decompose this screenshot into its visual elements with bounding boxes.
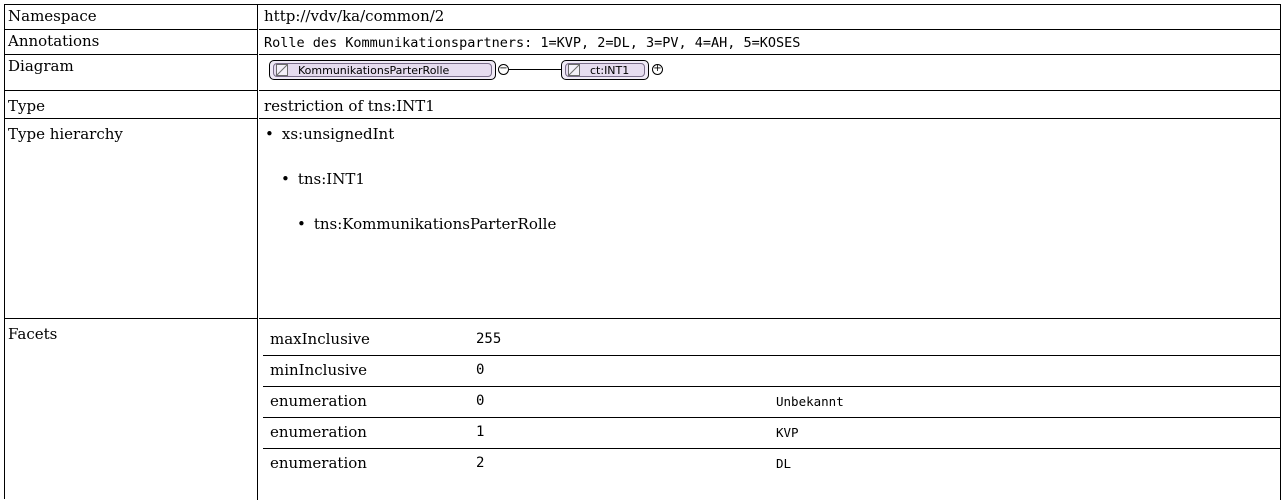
facets-cell: maxInclusive 255 minInclusive 0 enumerat… bbox=[259, 319, 1281, 500]
facets-table: maxInclusive 255 minInclusive 0 enumerat… bbox=[263, 325, 1280, 500]
namespace-value: http://vdv/ka/common/2 bbox=[259, 5, 1281, 30]
facet-doc: DL bbox=[776, 456, 792, 471]
hierarchy-link[interactable]: xs:unsignedInt bbox=[282, 125, 394, 143]
base-type-box[interactable]: ct:INT1 bbox=[561, 60, 649, 80]
type-label: Type bbox=[5, 91, 258, 119]
simple-type-icon bbox=[276, 64, 288, 76]
hierarchy-link[interactable]: tns:KommunikationsParterRolle bbox=[314, 215, 557, 233]
facet-value: 0 bbox=[476, 362, 485, 378]
element-box[interactable]: KommunikationsParterRolle bbox=[269, 60, 496, 80]
facet-name: enumeration bbox=[270, 392, 367, 410]
hierarchy-link[interactable]: tns:INT1 bbox=[298, 170, 365, 188]
facets-label: Facets bbox=[5, 319, 258, 500]
type-hierarchy-cell: • xs:unsignedInt • tns:INT1 • tns:Kommunika… bbox=[259, 119, 1281, 319]
facet-name: enumeration bbox=[270, 454, 367, 472]
hierarchy-level-2: • tns:INT1 bbox=[281, 170, 365, 188]
row-type-hierarchy: Type hierarchy • xs:unsignedInt • tns:INT1… bbox=[5, 119, 1281, 319]
row-namespace: Namespace http://vdv/ka/common/2 bbox=[5, 5, 1281, 30]
connector-line bbox=[509, 69, 561, 70]
bullet: • bbox=[265, 125, 274, 143]
facet-value: 255 bbox=[476, 331, 502, 347]
facet-row: enumeration 2 DL bbox=[263, 449, 1280, 479]
facet-name: enumeration bbox=[270, 423, 367, 441]
facet-row: maxInclusive 255 bbox=[263, 325, 1280, 356]
facet-doc: KVP bbox=[776, 425, 799, 440]
facet-row: enumeration 0 Unbekannt bbox=[263, 387, 1280, 418]
type-value: restriction of tns:INT1 bbox=[259, 91, 1281, 119]
facet-name: maxInclusive bbox=[270, 330, 370, 348]
facet-row: minInclusive 0 bbox=[263, 356, 1280, 387]
namespace-label: Namespace bbox=[5, 5, 258, 30]
row-facets: Facets maxInclusive 255 minInclusive 0 e… bbox=[5, 319, 1281, 500]
row-annotations: Annotations Rolle des Kommunikationspart… bbox=[5, 30, 1281, 55]
annotations-label: Annotations bbox=[5, 30, 258, 55]
facet-value: 1 bbox=[476, 424, 485, 440]
bullet: • bbox=[297, 215, 306, 233]
facet-row: enumeration 1 KVP bbox=[263, 418, 1280, 449]
facet-value: 2 bbox=[476, 455, 485, 471]
facet-value: 0 bbox=[476, 393, 485, 409]
hierarchy-level-1: • xs:unsignedInt bbox=[265, 125, 394, 143]
row-diagram: Diagram KommunikationsParterRolle − ct:I… bbox=[5, 55, 1281, 91]
diagram-cell: KommunikationsParterRolle − ct:INT1 + bbox=[259, 55, 1281, 91]
hierarchy-level-3: • tns:KommunikationsParterRolle bbox=[297, 215, 556, 233]
facet-name: minInclusive bbox=[270, 361, 367, 379]
facet-doc: Unbekannt bbox=[776, 394, 844, 409]
type-hierarchy-label: Type hierarchy bbox=[5, 119, 258, 319]
simple-type-icon bbox=[568, 64, 580, 76]
base-type-name: ct:INT1 bbox=[590, 64, 630, 77]
bullet: • bbox=[281, 170, 290, 188]
annotations-value: Rolle des Kommunikationspartners: 1=KVP,… bbox=[259, 30, 1281, 55]
row-type: Type restriction of tns:INT1 bbox=[5, 91, 1281, 119]
expand-icon[interactable]: + bbox=[652, 64, 663, 75]
element-name: KommunikationsParterRolle bbox=[298, 64, 450, 77]
collapse-icon[interactable]: − bbox=[498, 64, 509, 75]
diagram-label: Diagram bbox=[5, 55, 258, 91]
schema-doc-table: Namespace http://vdv/ka/common/2 Annotat… bbox=[4, 4, 1281, 500]
